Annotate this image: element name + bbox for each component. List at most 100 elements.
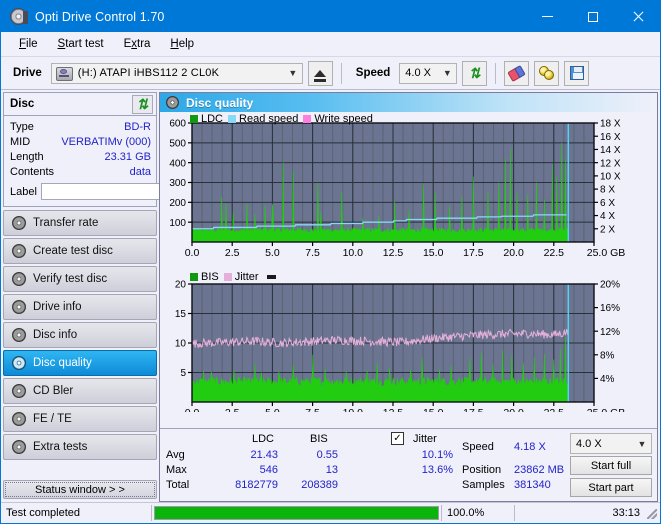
stats-speed-label: Speed bbox=[462, 441, 494, 453]
progress-bar-fill bbox=[155, 507, 438, 519]
disc-test-icon bbox=[12, 272, 26, 286]
chevron-down-icon: ▼ bbox=[442, 68, 452, 78]
eject-button[interactable] bbox=[307, 60, 333, 86]
erase-button[interactable] bbox=[504, 60, 530, 86]
speed-select[interactable]: 4.0 X ▼ bbox=[399, 62, 458, 84]
toolbar-divider-2 bbox=[495, 62, 497, 84]
svg-text:600: 600 bbox=[169, 119, 186, 130]
window-title: Opti Drive Control 1.70 bbox=[35, 9, 165, 24]
jitter-checkbox[interactable]: ✓ bbox=[391, 432, 404, 445]
chevron-down-icon: ▼ bbox=[637, 438, 647, 449]
svg-text:0.0: 0.0 bbox=[185, 407, 200, 412]
legend-label: BIS bbox=[201, 271, 219, 283]
svg-text:5.0: 5.0 bbox=[265, 407, 280, 412]
menu-file[interactable]: File bbox=[9, 35, 48, 53]
svg-text:10.0: 10.0 bbox=[343, 247, 364, 259]
maximize-button[interactable] bbox=[570, 1, 615, 32]
start-full-button[interactable]: Start full bbox=[570, 456, 652, 475]
disc-label-row: Label bbox=[10, 181, 244, 202]
sidebar-item-fe-te[interactable]: FE / TE bbox=[3, 406, 157, 432]
stats-samples-value: 381340 bbox=[514, 479, 551, 491]
sidebar-item-label: Drive info bbox=[33, 301, 82, 313]
menu-start-test-label-rest: tart test bbox=[65, 38, 104, 50]
stats-panel: LDC BIS Avg Max Total 21.43 546 8182779 … bbox=[160, 428, 657, 501]
legend-swatch bbox=[223, 273, 232, 281]
sidebar-item-verify-test-disc[interactable]: Verify test disc bbox=[3, 266, 157, 292]
coins-icon bbox=[538, 66, 555, 80]
drive-select-value: (H:) ATAPI iHBS112 2 CL0K bbox=[77, 67, 220, 79]
save-button[interactable] bbox=[564, 60, 590, 86]
legend-ldc: LDC bbox=[190, 113, 223, 125]
disc-row-type-value: BD-R bbox=[124, 120, 151, 133]
drive-select[interactable]: (H:) ATAPI iHBS112 2 CL0K ▼ bbox=[50, 62, 303, 84]
sidebar-item-create-test-disc[interactable]: Create test disc bbox=[3, 238, 157, 264]
stats-samples-label: Samples bbox=[462, 479, 505, 491]
stats-ldc-max: 546 bbox=[259, 464, 278, 476]
refresh-button[interactable]: ⇅ bbox=[462, 60, 488, 86]
disc-quality-panel: Disc quality LDC Read speed Write speed … bbox=[159, 92, 658, 502]
sidebar-nav: Transfer rate Create test disc Verify te… bbox=[3, 210, 157, 460]
bookmark-button[interactable] bbox=[534, 60, 560, 86]
sidebar-item-drive-info[interactable]: Drive info bbox=[3, 294, 157, 320]
sidebar-item-extra-tests[interactable]: Extra tests bbox=[3, 434, 157, 460]
svg-text:300: 300 bbox=[169, 178, 186, 189]
content-area: Disc quality LDC Read speed Write speed … bbox=[159, 90, 660, 502]
svg-text:22.5: 22.5 bbox=[544, 407, 565, 412]
app-window: Opti Drive Control 1.70 File Start test … bbox=[0, 0, 661, 524]
stats-ldc-total: 8182779 bbox=[235, 479, 278, 491]
resize-grip[interactable] bbox=[645, 507, 657, 519]
menu-help-label-rest: elp bbox=[178, 38, 195, 50]
sidebar-item-disc-info[interactable]: Disc info bbox=[3, 322, 157, 348]
stats-jitter-max: 13.6% bbox=[421, 464, 453, 476]
legend-write-speed: Write speed bbox=[303, 113, 373, 125]
svg-text:17.5: 17.5 bbox=[463, 407, 484, 412]
disc-row-mid-value: VERBATIMv (000) bbox=[61, 135, 151, 148]
disc-label-key: Label bbox=[10, 185, 37, 198]
save-icon bbox=[569, 66, 584, 80]
chart-top-legend: LDC Read speed Write speed bbox=[190, 113, 373, 125]
stats-position-value: 23862 MB bbox=[514, 464, 565, 476]
svg-text:2 X: 2 X bbox=[600, 224, 615, 235]
svg-text:10: 10 bbox=[175, 339, 187, 350]
svg-text:15.0: 15.0 bbox=[423, 247, 444, 259]
stats-row-max: Max bbox=[166, 464, 187, 476]
svg-text:12.5: 12.5 bbox=[383, 247, 404, 259]
legend-read-speed: Read speed bbox=[228, 113, 298, 125]
svg-text:2.5: 2.5 bbox=[225, 407, 240, 412]
legend-label: Jitter bbox=[234, 271, 259, 283]
main-body: Disc ⇅ Type BD-R MID VERBATIMv (000) Len… bbox=[1, 90, 660, 502]
minimize-button[interactable] bbox=[525, 1, 570, 32]
sidebar: Disc ⇅ Type BD-R MID VERBATIMv (000) Len… bbox=[1, 90, 244, 502]
disc-info-panel: Disc ⇅ Type BD-R MID VERBATIMv (000) Len… bbox=[3, 92, 244, 207]
legend-swatch-extra bbox=[266, 275, 276, 279]
sidebar-item-transfer-rate[interactable]: Transfer rate bbox=[3, 210, 157, 236]
disc-quality-icon bbox=[166, 96, 179, 109]
sidebar-item-cd-bler[interactable]: CD Bler bbox=[3, 378, 157, 404]
svg-text:8%: 8% bbox=[600, 350, 615, 361]
close-icon bbox=[632, 11, 643, 22]
disc-row-mid-key: MID bbox=[10, 135, 31, 148]
disc-row-length-key: Length bbox=[10, 150, 44, 163]
stats-col-ldc: LDC bbox=[252, 433, 275, 445]
menu-start-test[interactable]: Start test bbox=[48, 35, 114, 53]
start-part-button[interactable]: Start part bbox=[570, 478, 652, 497]
test-speed-select[interactable]: 4.0 X ▼ bbox=[570, 433, 652, 454]
sidebar-item-label: Disc info bbox=[33, 329, 78, 341]
stats-bis-max: 13 bbox=[325, 464, 338, 476]
close-button[interactable] bbox=[615, 1, 660, 32]
chart-bottom-legend: BIS Jitter bbox=[190, 271, 276, 283]
status-window-button[interactable]: Status window > > bbox=[3, 480, 157, 499]
panel-header: Disc quality bbox=[160, 93, 657, 112]
sidebar-item-disc-quality[interactable]: Disc quality bbox=[3, 350, 157, 376]
window-controls bbox=[525, 1, 660, 32]
menu-help[interactable]: Help bbox=[160, 35, 204, 53]
disc-test-icon bbox=[12, 216, 26, 230]
svg-text:0.0: 0.0 bbox=[185, 247, 200, 259]
legend-swatch bbox=[303, 115, 312, 123]
minimize-icon bbox=[542, 16, 553, 17]
disc-refresh-button[interactable]: ⇅ bbox=[132, 94, 153, 114]
disc-test-icon bbox=[12, 328, 26, 342]
svg-text:22.5: 22.5 bbox=[544, 247, 565, 259]
sidebar-item-label: Transfer rate bbox=[33, 217, 99, 229]
menu-extra[interactable]: Extra bbox=[114, 35, 161, 53]
